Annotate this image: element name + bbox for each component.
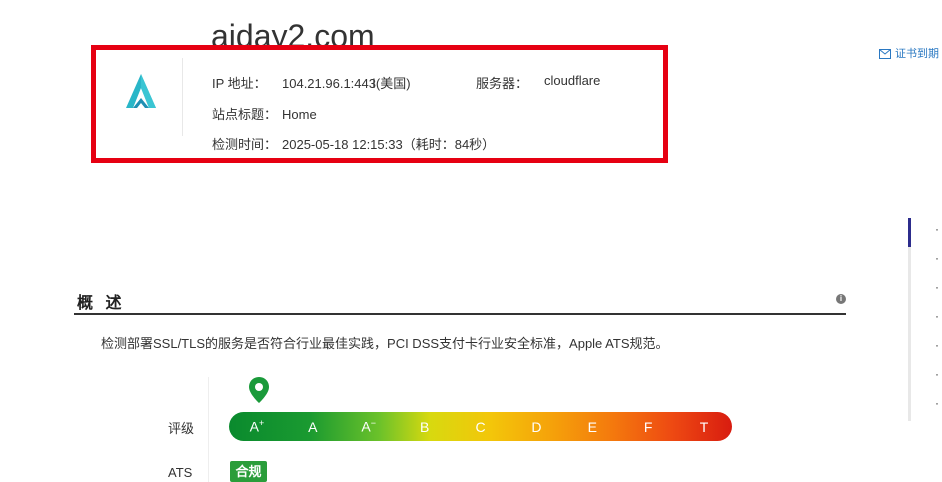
info-icon[interactable]: i	[836, 294, 846, 304]
ats-label: ATS	[168, 465, 193, 480]
server-value: cloudflare	[544, 73, 601, 88]
grade-a-minus: A−	[361, 418, 377, 435]
ip-value: 104.21.96.1:443	[282, 76, 376, 91]
table-of-contents: · · · · · · ·	[908, 218, 942, 421]
toc-item[interactable]: ·	[935, 309, 939, 323]
grade-scale: A+ A A− B C D E F T	[229, 412, 732, 441]
ip-location: (美国)	[375, 76, 411, 91]
site-logo-icon	[126, 74, 156, 108]
grade-divider	[208, 377, 209, 482]
toc-item[interactable]: ·	[935, 338, 939, 352]
grade-b: B	[419, 418, 430, 435]
map-pin-icon	[249, 377, 269, 403]
panel-divider	[182, 58, 183, 136]
mail-icon	[879, 49, 891, 59]
cert-expiry-label: 证书到期	[895, 48, 939, 60]
grade-c: C	[475, 418, 486, 435]
check-time-value: 2025-05-18 12:15:33（耗时：84秒）	[282, 137, 496, 152]
overview-heading: 概 述	[77, 295, 126, 312]
server-label: 服务器：	[476, 76, 529, 91]
ip-label: IP 地址：	[212, 76, 267, 91]
site-title-value: Home	[282, 107, 317, 122]
cert-expiry-link[interactable]: 证书到期	[879, 45, 939, 61]
toc-item[interactable]: ·	[935, 367, 939, 381]
section-divider	[74, 313, 846, 315]
toc-item[interactable]: ·	[935, 251, 939, 265]
toc-active-indicator	[908, 218, 911, 247]
time-row: 检测时间： 2025-05-18 12:15:33（耗时：84秒）	[212, 134, 495, 153]
overview-description: 检测部署SSL/TLS的服务是否符合行业最佳实践，PCI DSS支付卡行业安全标…	[101, 336, 669, 351]
grade-d: D	[531, 418, 542, 435]
grade-a: A	[308, 418, 318, 435]
grade-f: F	[643, 418, 653, 435]
toc-track	[908, 218, 911, 421]
ip-row: IP 地址： 104.21.96.1:443I(美国)	[212, 73, 411, 92]
grade-a-plus: A+	[249, 418, 265, 435]
toc-item[interactable]: ·	[935, 280, 939, 294]
grade-e: E	[587, 418, 597, 435]
grade-label: 评级	[168, 421, 195, 436]
site-title-label: 站点标题：	[212, 107, 278, 122]
grade-t: T	[699, 418, 709, 435]
ats-status-badge: 合规	[230, 461, 267, 482]
title-row: 站点标题： Home	[212, 104, 317, 123]
toc-item[interactable]: ·	[935, 396, 939, 410]
check-time-label: 检测时间：	[212, 137, 278, 152]
toc-item[interactable]: ·	[935, 222, 939, 236]
site-info-panel: IP 地址： 104.21.96.1:443I(美国) 服务器： cloudfla…	[91, 45, 668, 163]
